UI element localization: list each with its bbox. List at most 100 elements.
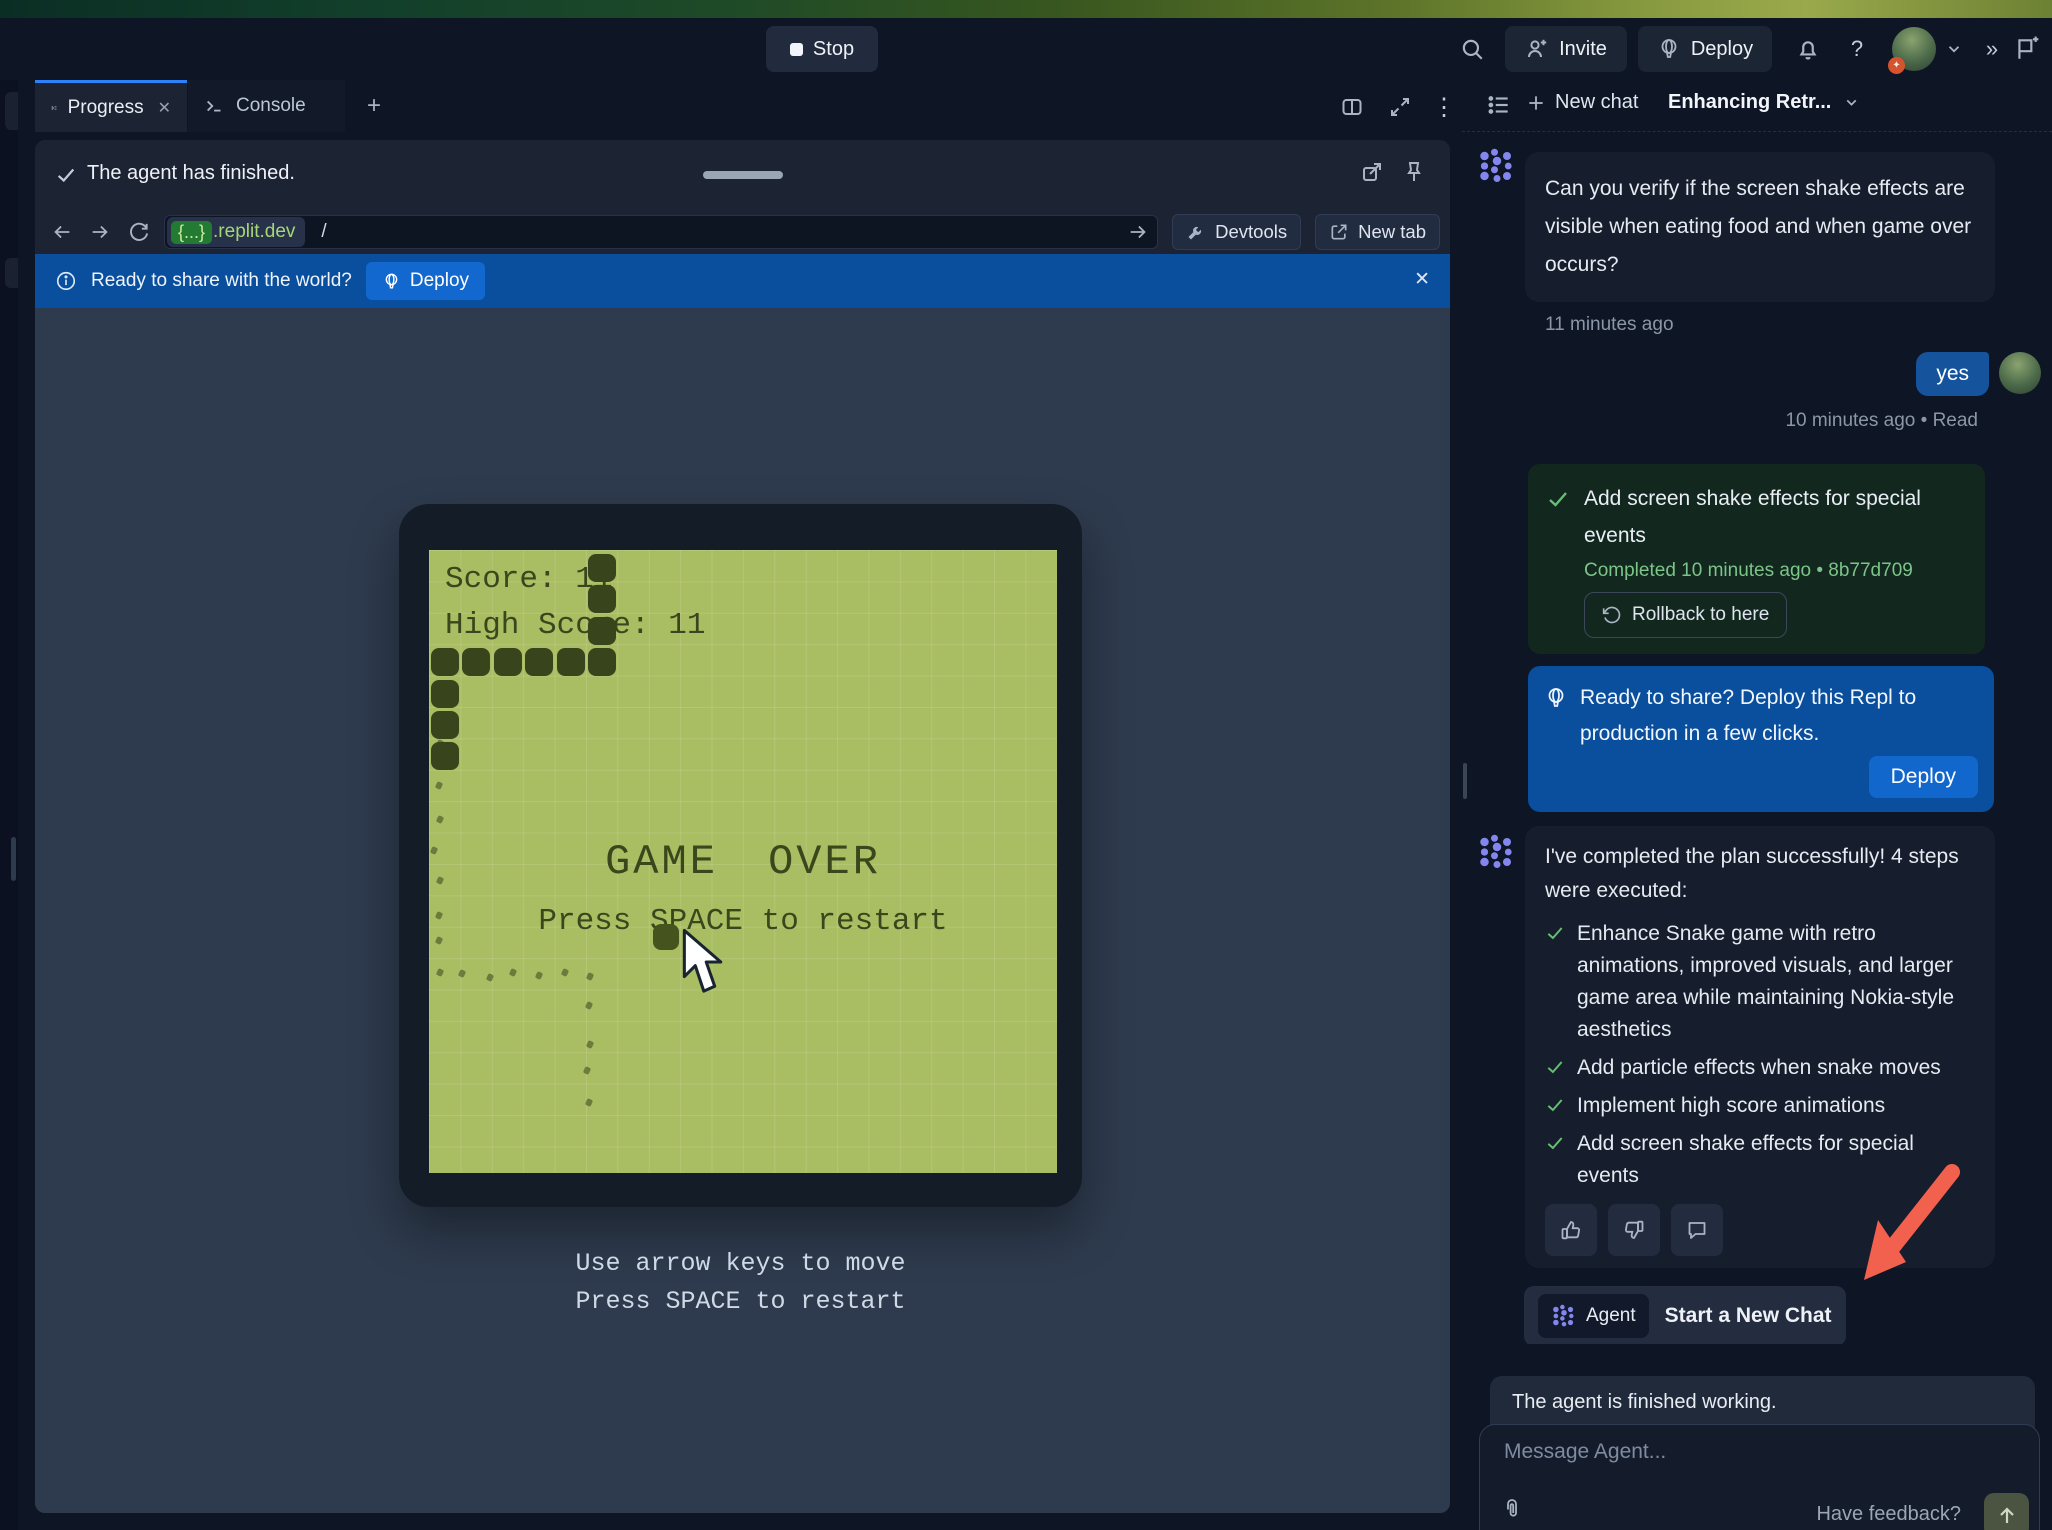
snake-segment [431, 648, 459, 676]
pin-icon[interactable] [1402, 160, 1426, 184]
agent-status-text: The agent has finished. [87, 162, 295, 185]
completed-steps-list: Enhance Snake game with retro animations… [1545, 918, 1973, 1192]
chat-history-icon[interactable] [1486, 92, 1512, 118]
rollback-button[interactable]: Rollback to here [1584, 592, 1787, 638]
agent-message-bubble: Can you verify if the screen shake effec… [1525, 152, 1995, 302]
particle [435, 936, 443, 945]
message-input[interactable] [1502, 1439, 1926, 1465]
help-label: ? [1851, 36, 1863, 62]
game-screen[interactable]: Score: 11 High Score: 11 GAME OVER Press… [429, 550, 1057, 1173]
chevron-down-icon [1843, 94, 1860, 111]
have-feedback-link[interactable]: Have feedback? [1816, 1503, 1961, 1526]
go-arrow-icon[interactable] [1127, 221, 1149, 243]
game-over-text: GAME OVER [429, 838, 1057, 886]
tab-close-icon[interactable]: ✕ [158, 98, 171, 118]
browser-toolbar: {...} .replit.dev / Devtools New tab [35, 210, 1450, 254]
step-check-icon [1545, 1133, 1565, 1153]
banner-close-icon[interactable]: ✕ [1414, 268, 1430, 291]
chat-header: New chat Enhancing Retr... [1462, 80, 2052, 132]
chat-scrollbar[interactable] [1463, 763, 1467, 799]
task-check-icon [1546, 487, 1570, 511]
refresh-icon[interactable] [127, 221, 150, 244]
send-button[interactable] [1984, 1493, 2029, 1530]
particle [436, 968, 444, 977]
deploy-card-button[interactable]: Deploy [1869, 756, 1978, 798]
wallpaper-strip [0, 0, 2052, 18]
snake-segment [588, 617, 616, 645]
notifications-bell-icon[interactable] [1788, 26, 1828, 72]
deploy-button[interactable]: Deploy [1638, 26, 1772, 72]
message-timestamp-read: 10 minutes ago • Read [1477, 410, 1978, 432]
new-chat-label: New chat [1555, 91, 1638, 114]
message-input-box[interactable]: Have feedback? [1479, 1424, 2040, 1530]
tab-console-label: Console [236, 95, 306, 117]
collapsed-sidebar[interactable] [0, 80, 18, 1530]
invite-button[interactable]: Invite [1505, 26, 1627, 72]
step-check-icon [1545, 923, 1565, 943]
agent-logo-avatar [1477, 832, 1517, 872]
devtools-button[interactable]: Devtools [1172, 214, 1301, 250]
collapse-panel-icon[interactable]: » [1978, 26, 2006, 72]
new-chat-button[interactable]: New chat [1526, 91, 1638, 114]
game-instructions: Use arrow keys to move Press SPACE to re… [399, 1245, 1082, 1321]
agent-status-bar: The agent has finished. [35, 140, 1450, 210]
help-button[interactable]: ? [1840, 26, 1874, 72]
particle [458, 969, 466, 978]
instruction-line: Press SPACE to restart [399, 1283, 1082, 1321]
url-bar[interactable]: {...} .replit.dev / [164, 215, 1158, 249]
particle [585, 1001, 593, 1010]
drag-handle[interactable] [703, 171, 783, 179]
particle [586, 1040, 594, 1049]
preview-pane: The agent has finished. {...} .replit.de… [35, 140, 1450, 1513]
user-message-bubble: yes [1916, 352, 1989, 396]
terminal-icon [204, 95, 226, 117]
tab-progress-label: Progress [68, 97, 144, 119]
stop-button[interactable]: Stop [766, 26, 878, 72]
new-tab-label: New tab [1358, 221, 1426, 243]
forward-icon[interactable] [89, 221, 111, 243]
snake-segment [557, 648, 585, 676]
new-tab-button[interactable]: + [352, 80, 396, 132]
expand-pane-icon[interactable] [1380, 90, 1420, 124]
sidebar-edge-card [5, 258, 18, 288]
stop-label: Stop [813, 38, 854, 61]
pane-kebab-menu[interactable]: ⋮ [1424, 90, 1464, 124]
comment-button[interactable] [1671, 1204, 1723, 1256]
snake-segment [588, 554, 616, 582]
task-meta: Completed 10 minutes ago • 8b77d709 [1584, 560, 1967, 582]
step-check-icon [1545, 1095, 1565, 1115]
particle [486, 973, 494, 982]
banner-deploy-button[interactable]: Deploy [366, 262, 485, 300]
open-new-tab-button[interactable]: New tab [1315, 214, 1440, 250]
plus-icon: + [367, 92, 381, 120]
thumbs-down-button[interactable] [1608, 1204, 1660, 1256]
agent-message-row: Can you verify if the screen shake effec… [1477, 140, 2047, 302]
url-host-chip: {...} .replit.dev [167, 217, 305, 247]
message-timestamp: 11 minutes ago [1545, 314, 2047, 336]
deploy-icon [1544, 686, 1568, 710]
restart-hint-text: Press SPACE to restart [429, 904, 1057, 939]
back-icon[interactable] [51, 221, 73, 243]
step-text: Enhance Snake game with retro animations… [1577, 918, 1959, 1046]
replit-workspace: Stop Invite Deploy ? ✦ » [0, 0, 2052, 1530]
popout-icon[interactable] [1360, 160, 1384, 184]
sidebar-resize-handle[interactable] [11, 837, 16, 881]
banner-message: Ready to share with the world? [91, 270, 352, 292]
invite-label: Invite [1559, 38, 1607, 61]
split-view-icon[interactable] [1332, 90, 1372, 124]
step-text: Implement high score animations [1577, 1090, 1959, 1122]
new-thread-flag-icon[interactable] [2008, 26, 2046, 72]
external-link-icon [1329, 222, 1349, 242]
session-selector[interactable]: Enhancing Retr... [1668, 91, 1860, 114]
thumbs-up-button[interactable] [1545, 1204, 1597, 1256]
search-icon[interactable] [1452, 26, 1492, 72]
particle [535, 971, 543, 980]
tab-progress[interactable]: Progress ✕ [35, 80, 187, 132]
attachment-paperclip-icon[interactable] [1500, 1497, 1524, 1521]
particle [435, 781, 443, 790]
start-new-chat-bar[interactable]: Agent Start a New Chat [1524, 1286, 1846, 1344]
avatar[interactable]: ✦ [1892, 27, 1936, 71]
account-chevron-down-icon[interactable] [1942, 26, 1966, 72]
tab-console[interactable]: Console [188, 80, 345, 132]
user-message-row: yes [1477, 352, 2047, 396]
